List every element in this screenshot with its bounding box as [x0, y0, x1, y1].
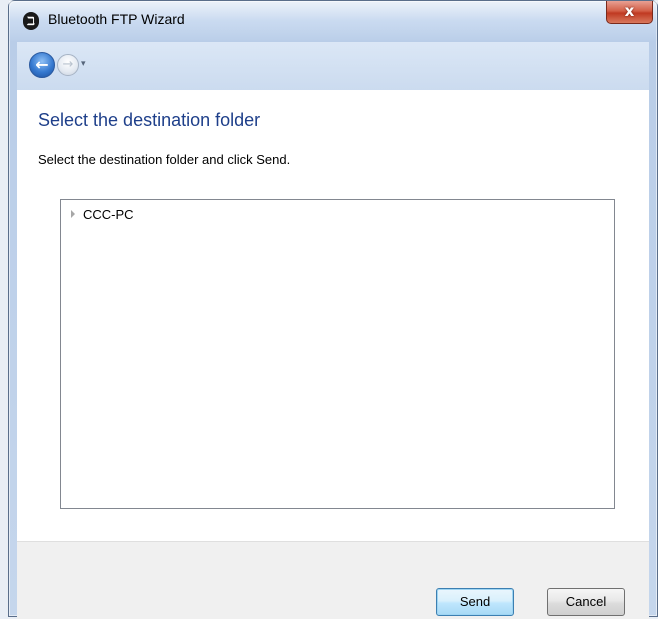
back-arrow-icon[interactable]: ←	[29, 52, 55, 78]
tree-node-ccc-pc[interactable]: CCC-PC	[71, 205, 134, 223]
folder-tree[interactable]: CCC-PC	[60, 199, 615, 509]
expand-arrow-icon[interactable]	[71, 210, 75, 218]
wizard-content: Select the destination folder Select the…	[17, 90, 649, 541]
button-bar: Send Cancel	[17, 541, 649, 619]
navigation-bar: ← → ▾	[17, 42, 649, 90]
bluetooth-icon: ℶ	[23, 12, 39, 30]
send-button[interactable]: Send	[436, 588, 514, 616]
forward-arrow-icon[interactable]: →	[57, 54, 79, 76]
window-title: Bluetooth FTP Wizard	[48, 11, 185, 27]
chevron-down-icon[interactable]: ▾	[81, 59, 86, 69]
instruction-text: Select the destination folder and click …	[38, 152, 291, 167]
title-bar[interactable]: ℶ Bluetooth FTP Wizard x	[9, 1, 657, 41]
tree-node-label[interactable]: CCC-PC	[83, 207, 134, 222]
close-button[interactable]: x	[606, 1, 653, 24]
page-title: Select the destination folder	[38, 110, 261, 130]
wizard-window: ℶ Bluetooth FTP Wizard x ← → ▾ Select th…	[8, 0, 658, 619]
cancel-button[interactable]: Cancel	[547, 588, 625, 616]
